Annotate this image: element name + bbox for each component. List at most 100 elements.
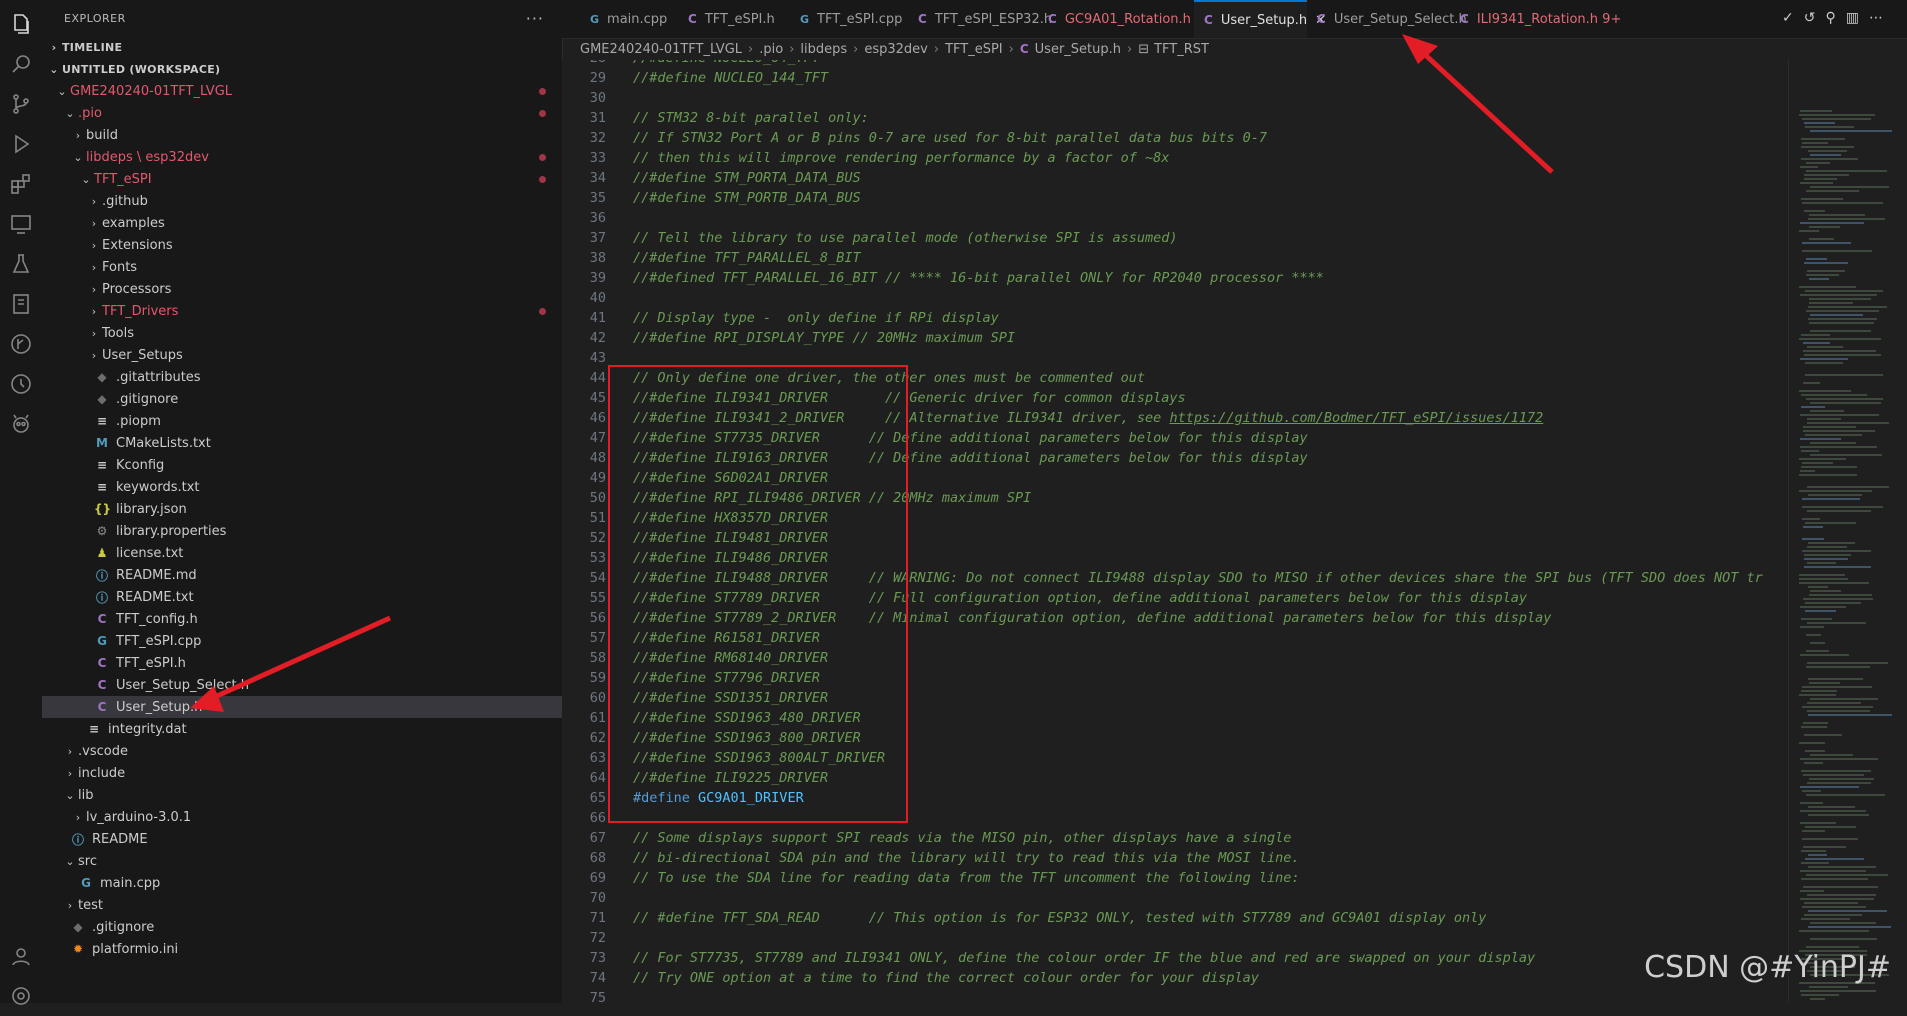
tab-main-cpp[interactable]: Gmain.cpp [580, 0, 678, 38]
code-line[interactable]: 47 //#define ST7735_DRIVER // Define addi… [562, 428, 1789, 448]
code-line[interactable]: 61 //#define SSD1963_480_DRIVER [562, 708, 1789, 728]
tree-file[interactable]: ◆ .gitignore [42, 916, 562, 938]
tree-file[interactable]: ✹ platformio.ini [42, 938, 562, 960]
chevron-right-icon[interactable]: › [86, 217, 102, 230]
chevron-right-icon[interactable]: › [62, 745, 78, 758]
code-line[interactable]: 44 // Only define one driver, the other o… [562, 368, 1789, 388]
tree-folder[interactable]: ⌄ lib [42, 784, 562, 806]
tab-ili9341-rotation-h-9[interactable]: C ILI9341_Rotation.h 9+ [1450, 0, 1621, 38]
code-line[interactable]: 60 //#define SSD1351_DRIVER [562, 688, 1789, 708]
code-line[interactable]: 43 [562, 348, 1789, 368]
code-line[interactable]: 30 [562, 88, 1789, 108]
code-line[interactable]: 51 //#define HX8357D_DRIVER [562, 508, 1789, 528]
history-icon[interactable]: ↺ [1804, 10, 1826, 26]
code-line[interactable]: 46 //#define ILI9341_2_DRIVER // Alternat… [562, 408, 1789, 428]
chevron-right-icon[interactable]: › [86, 327, 102, 340]
tree-folder[interactable]: › User_Setups [42, 344, 562, 366]
tree-folder[interactable]: › Fonts [42, 256, 562, 278]
tree-folder[interactable]: ⌄ .pio [42, 102, 562, 124]
code-line[interactable]: 64 //#define ILI9225_DRIVER [562, 768, 1789, 788]
code-line[interactable]: 49 //#define S6D02A1_DRIVER [562, 468, 1789, 488]
git-graph-icon[interactable] [0, 324, 42, 364]
chevron-right-icon[interactable]: › [70, 129, 86, 142]
code-line[interactable]: 29 //#define NUCLEO_144_TFT [562, 68, 1789, 88]
minimap[interactable] [1788, 60, 1907, 1003]
tree-file[interactable]: C TFT_eSPI.h [42, 652, 562, 674]
tree-file[interactable]: ⓘ README.md [42, 564, 562, 586]
debug-icon[interactable]: ⚲ [1826, 10, 1846, 26]
code-line[interactable]: 31 // STM32 8-bit parallel only: [562, 108, 1789, 128]
breadcrumb-item[interactable]: GME240240-01TFT_LVGL [580, 42, 742, 57]
tree-file[interactable]: ≡ Kconfig [42, 454, 562, 476]
tree-folder[interactable]: › build [42, 124, 562, 146]
tab-tft-espi-esp32-h[interactable]: C TFT_eSPI_ESP32.h [908, 0, 1052, 38]
breadcrumb-item[interactable]: esp32dev [864, 42, 928, 57]
code-line[interactable]: 40 [562, 288, 1789, 308]
tree-file[interactable]: ⓘ README [42, 828, 562, 850]
code-line[interactable]: 58 //#define RM68140_DRIVER [562, 648, 1789, 668]
tree-folder[interactable]: › examples [42, 212, 562, 234]
tree-folder[interactable]: › .github [42, 190, 562, 212]
remote-explorer-icon[interactable] [0, 204, 42, 244]
code-line[interactable]: 36 [562, 208, 1789, 228]
explorer-icon[interactable] [0, 4, 42, 44]
chevron-down-icon[interactable]: ⌄ [78, 173, 94, 186]
code-line[interactable]: 52 //#define ILI9481_DRIVER [562, 528, 1789, 548]
chevron-right-icon[interactable]: › [86, 195, 102, 208]
breadcrumb-item[interactable]: .pio [759, 42, 783, 57]
tree-folder[interactable]: ⌄ TFT_eSPI [42, 168, 562, 190]
tree-folder[interactable]: ⌄ src [42, 850, 562, 872]
chevron-right-icon[interactable]: › [70, 811, 86, 824]
chevron-right-icon[interactable]: › [46, 41, 62, 54]
testing-icon[interactable] [0, 244, 42, 284]
code-line[interactable]: 59 //#define ST7796_DRIVER [562, 668, 1789, 688]
code-line[interactable]: 41 // Display type - only define if RPi d… [562, 308, 1789, 328]
run-debug-icon[interactable] [0, 124, 42, 164]
tree-folder[interactable]: ⌄ libdeps \ esp32dev [42, 146, 562, 168]
code-line[interactable]: 57 //#define R61581_DRIVER [562, 628, 1789, 648]
platformio-icon[interactable] [0, 404, 42, 444]
chevron-right-icon[interactable]: › [86, 261, 102, 274]
settings-gear-icon[interactable] [0, 976, 42, 1016]
breadcrumb-item[interactable]: libdeps [800, 42, 847, 57]
tree-file[interactable]: G TFT_eSPI.cpp [42, 630, 562, 652]
tab-tft-espi-h[interactable]: C TFT_eSPI.h [678, 0, 790, 38]
tree-file[interactable]: ≡ integrity.dat [42, 718, 562, 740]
tree-file[interactable]: ≡ .piopm [42, 410, 562, 432]
code-line[interactable]: 33 // then this will improve rendering pe… [562, 148, 1789, 168]
tree-section[interactable]: › TIMELINE [42, 36, 562, 58]
code-line[interactable]: 62 //#define SSD1963_800_DRIVER [562, 728, 1789, 748]
code-line[interactable]: 65 #define GC9A01_DRIVER [562, 788, 1789, 808]
chevron-right-icon[interactable]: › [62, 899, 78, 912]
tab-user-setup-h[interactable]: C User_Setup.h ✕ [1194, 0, 1326, 38]
source-control-icon[interactable] [0, 84, 42, 124]
notebook-icon[interactable] [0, 284, 42, 324]
tree-folder[interactable]: › .vscode [42, 740, 562, 762]
code-line[interactable]: 48 //#define ILI9163_DRIVER // Define add… [562, 448, 1789, 468]
code-line[interactable]: 68 // bi-directional SDA pin and the libr… [562, 848, 1789, 868]
tree-file[interactable]: ◆ .gitattributes [42, 366, 562, 388]
chevron-down-icon[interactable]: ⌄ [70, 151, 86, 164]
chevron-right-icon[interactable]: › [86, 305, 102, 318]
code-line[interactable]: 71 // #define TFT_SDA_READ // This option… [562, 908, 1789, 928]
gitlens-icon[interactable] [0, 364, 42, 404]
code-line[interactable]: 56 //#define ST7789_2_DRIVER // Minimal c… [562, 608, 1789, 628]
code-line[interactable]: 32 // If STN32 Port A or B pins 0-7 are u… [562, 128, 1789, 148]
code-line[interactable]: 35 //#define STM_PORTB_DATA_BUS [562, 188, 1789, 208]
code-line[interactable]: 54 //#define ILI9488_DRIVER // WARNING: D… [562, 568, 1789, 588]
tree-folder[interactable]: › TFT_Drivers [42, 300, 562, 322]
tree-file[interactable]: ⚙ library.properties [42, 520, 562, 542]
tree-file[interactable]: {} library.json [42, 498, 562, 520]
tab-user-setup-select-h[interactable]: C User_Setup_Select.h [1307, 0, 1467, 38]
code-link[interactable]: https://github.com/Bodmer/TFT_eSPI/issue… [1169, 410, 1543, 426]
code-line[interactable]: 63 //#define SSD1963_800ALT_DRIVER [562, 748, 1789, 768]
chevron-right-icon[interactable]: › [62, 767, 78, 780]
split-editor-icon[interactable]: ▥ [1846, 10, 1869, 26]
tree-folder[interactable]: › Processors [42, 278, 562, 300]
tree-file[interactable]: ≡ keywords.txt [42, 476, 562, 498]
tree-file[interactable]: ◆ .gitignore [42, 388, 562, 410]
tree-folder[interactable]: ⌄ GME240240-01TFT_LVGL [42, 80, 562, 102]
code-line[interactable]: 73 // For ST7735, ST7789 and ILI9341 ONLY… [562, 948, 1789, 968]
chevron-down-icon[interactable]: ⌄ [62, 789, 78, 802]
code-editor[interactable]: 28 //#define NUCLEO_64_TFT 29 //#define NUC… [562, 60, 1789, 1003]
